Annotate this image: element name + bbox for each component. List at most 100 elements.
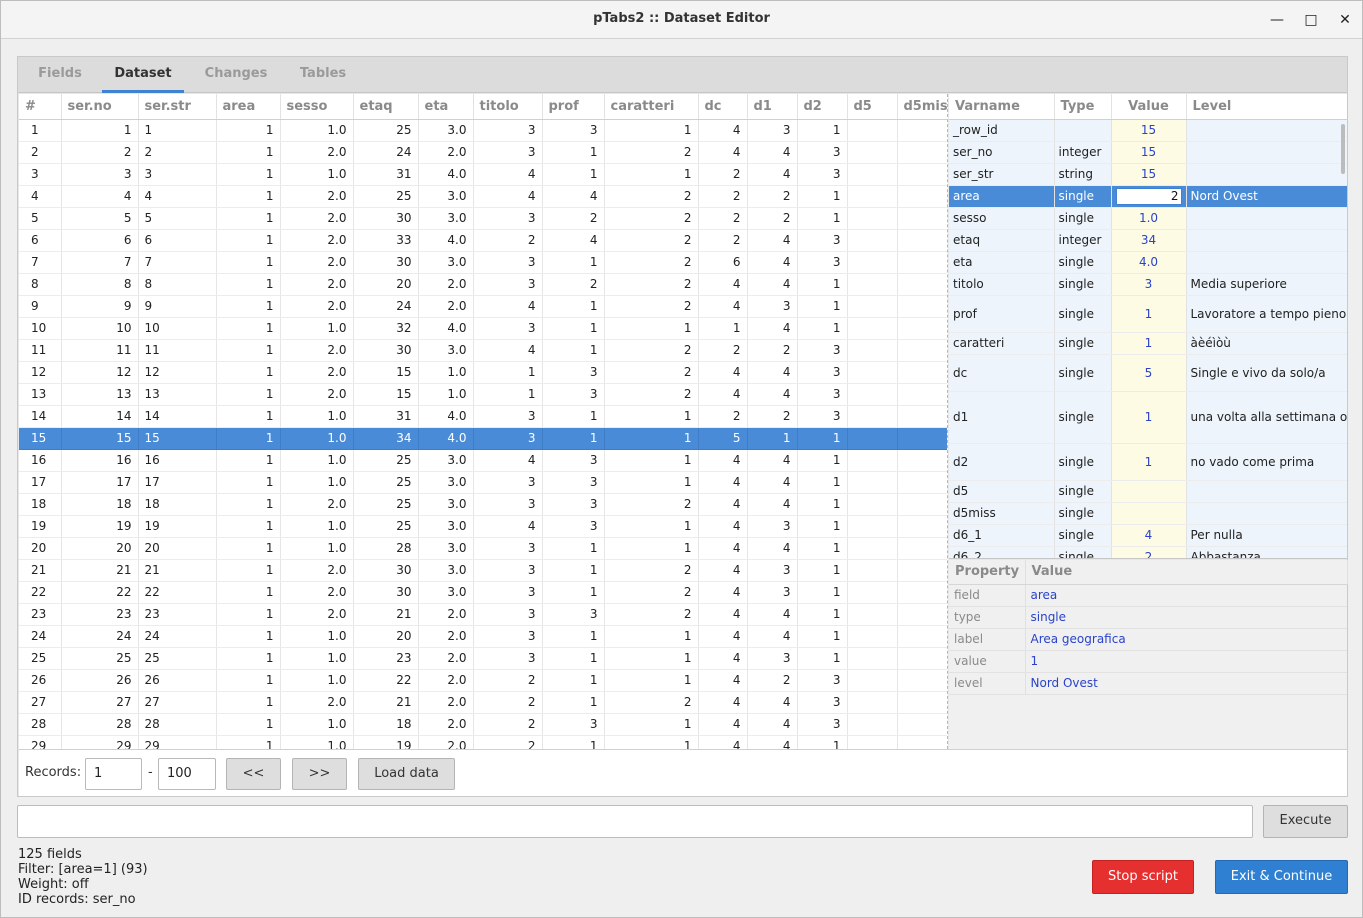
table-cell[interactable]: 1 — [604, 317, 699, 340]
table-cell[interactable]: 1 — [216, 647, 281, 670]
table-cell[interactable]: 4 — [747, 691, 798, 714]
table-cell[interactable]: 3 — [747, 295, 798, 318]
table-cell[interactable]: 1.0 — [280, 625, 354, 648]
table-cell[interactable]: 4 — [473, 515, 543, 538]
table-cell[interactable]: 4 — [19, 185, 62, 208]
variable-name[interactable]: _row_id — [949, 119, 1055, 142]
table-cell[interactable]: 26 — [138, 669, 217, 692]
table-cell[interactable]: 1 — [604, 405, 699, 428]
table-cell[interactable]: 1.0 — [280, 471, 354, 494]
table-cell[interactable] — [847, 163, 898, 186]
table-cell[interactable]: 4 — [698, 273, 748, 296]
variable-name[interactable]: d6_2 — [949, 546, 1055, 558]
table-cell[interactable]: 28 — [353, 537, 419, 560]
table-cell[interactable]: 1 — [216, 449, 281, 472]
table-cell[interactable]: 1.0 — [280, 537, 354, 560]
table-cell[interactable]: 2.0 — [418, 141, 474, 164]
table-cell[interactable]: 3 — [747, 581, 798, 604]
table-cell[interactable]: 27 — [138, 691, 217, 714]
table-cell[interactable]: 4 — [698, 735, 748, 749]
table-cell[interactable]: 23 — [353, 647, 419, 670]
variable-level[interactable] — [1186, 229, 1347, 252]
variable-row[interactable]: d6_2 single 2 Abbastanza — [949, 546, 1347, 558]
table-cell[interactable]: 2.0 — [418, 713, 474, 736]
table-cell[interactable]: 1 — [604, 713, 699, 736]
table-cell[interactable]: 1 — [604, 735, 699, 749]
table-cell[interactable] — [847, 361, 898, 384]
table-cell[interactable]: 3 — [542, 515, 605, 538]
table-cell[interactable] — [847, 691, 898, 714]
table-cell[interactable]: 4 — [747, 471, 798, 494]
table-cell[interactable]: 34 — [353, 427, 419, 450]
table-cell[interactable]: 1.0 — [280, 647, 354, 670]
table-cell[interactable]: 2 — [698, 185, 748, 208]
table-cell[interactable]: 1 — [216, 537, 281, 560]
table-cell[interactable]: 2.0 — [418, 295, 474, 318]
table-cell[interactable]: 2.0 — [280, 691, 354, 714]
table-cell[interactable] — [897, 493, 947, 516]
table-cell[interactable]: 1 — [542, 735, 605, 749]
table-cell[interactable] — [897, 251, 947, 274]
variable-type[interactable]: single — [1054, 443, 1112, 481]
table-cell[interactable]: 2.0 — [280, 207, 354, 230]
table-cell[interactable]: 3 — [473, 317, 543, 340]
table-cell[interactable]: 2 — [604, 207, 699, 230]
table-cell[interactable]: 2.0 — [418, 691, 474, 714]
table-cell[interactable]: 1 — [216, 339, 281, 362]
table-cell[interactable]: 9 — [138, 295, 217, 318]
table-cell[interactable]: 3 — [542, 361, 605, 384]
table-cell[interactable]: 2.0 — [418, 735, 474, 749]
table-cell[interactable]: 1 — [797, 537, 848, 560]
variable-type[interactable]: integer — [1054, 141, 1112, 164]
variable-name[interactable]: ser_no — [949, 141, 1055, 164]
table-cell[interactable]: 2 — [604, 339, 699, 362]
table-cell[interactable] — [847, 735, 898, 749]
table-row[interactable]: 4 4 4 1 2.0 25 3.0 4 4 2 2 2 1 — [19, 185, 947, 208]
table-cell[interactable]: 7 — [19, 251, 62, 274]
table-row[interactable]: 9 9 9 1 2.0 24 2.0 4 1 2 4 3 1 — [19, 295, 947, 318]
table-cell[interactable]: 1 — [542, 581, 605, 604]
table-cell[interactable]: 5 — [138, 207, 217, 230]
table-cell[interactable]: 1 — [604, 647, 699, 670]
table-cell[interactable]: 2 — [604, 581, 699, 604]
table-cell[interactable]: 25 — [353, 119, 419, 142]
variable-value[interactable]: 3 — [1111, 273, 1187, 296]
table-cell[interactable]: 2 — [19, 141, 62, 164]
table-cell[interactable]: 11 — [138, 339, 217, 362]
table-cell[interactable]: 3 — [473, 207, 543, 230]
variable-name[interactable]: etaq — [949, 229, 1055, 252]
table-cell[interactable]: 1 — [216, 603, 281, 626]
table-cell[interactable]: 13 — [138, 383, 217, 406]
variable-value[interactable]: 34 — [1111, 229, 1187, 252]
variable-row[interactable]: ser_no integer 15 — [949, 141, 1347, 164]
table-cell[interactable]: 1 — [216, 229, 281, 252]
table-cell[interactable]: 1 — [542, 339, 605, 362]
table-cell[interactable]: 17 — [138, 471, 217, 494]
table-cell[interactable]: 1 — [138, 119, 217, 142]
table-cell[interactable]: 14 — [138, 405, 217, 428]
table-cell[interactable] — [897, 383, 947, 406]
table-cell[interactable]: 4 — [473, 163, 543, 186]
table-cell[interactable]: 1.0 — [280, 163, 354, 186]
table-cell[interactable]: 2.0 — [280, 273, 354, 296]
table-row[interactable]: 19 19 19 1 1.0 25 3.0 4 3 1 4 3 1 — [19, 515, 947, 538]
variable-level[interactable] — [1186, 502, 1347, 525]
table-cell[interactable]: 3 — [747, 515, 798, 538]
table-row[interactable]: 1 1 1 1 1.0 25 3.0 3 3 1 4 3 1 — [19, 119, 947, 142]
table-cell[interactable]: 4 — [473, 295, 543, 318]
table-cell[interactable] — [847, 229, 898, 252]
table-cell[interactable]: 27 — [19, 691, 62, 714]
table-row[interactable]: 5 5 5 1 2.0 30 3.0 3 2 2 2 2 1 — [19, 207, 947, 230]
tab-dataset[interactable]: Dataset — [102, 57, 184, 93]
table-cell[interactable]: 2 — [698, 207, 748, 230]
table-cell[interactable]: 1 — [604, 449, 699, 472]
table-cell[interactable]: 2 — [473, 229, 543, 252]
table-cell[interactable]: 17 — [19, 471, 62, 494]
table-cell[interactable]: 1 — [797, 581, 848, 604]
column-header[interactable]: dc — [698, 94, 748, 120]
table-cell[interactable]: 1 — [542, 669, 605, 692]
table-cell[interactable]: 3.0 — [418, 515, 474, 538]
column-header[interactable]: ser.str — [138, 94, 217, 120]
table-cell[interactable]: 3 — [747, 119, 798, 142]
variable-value[interactable]: 4 — [1111, 524, 1187, 547]
